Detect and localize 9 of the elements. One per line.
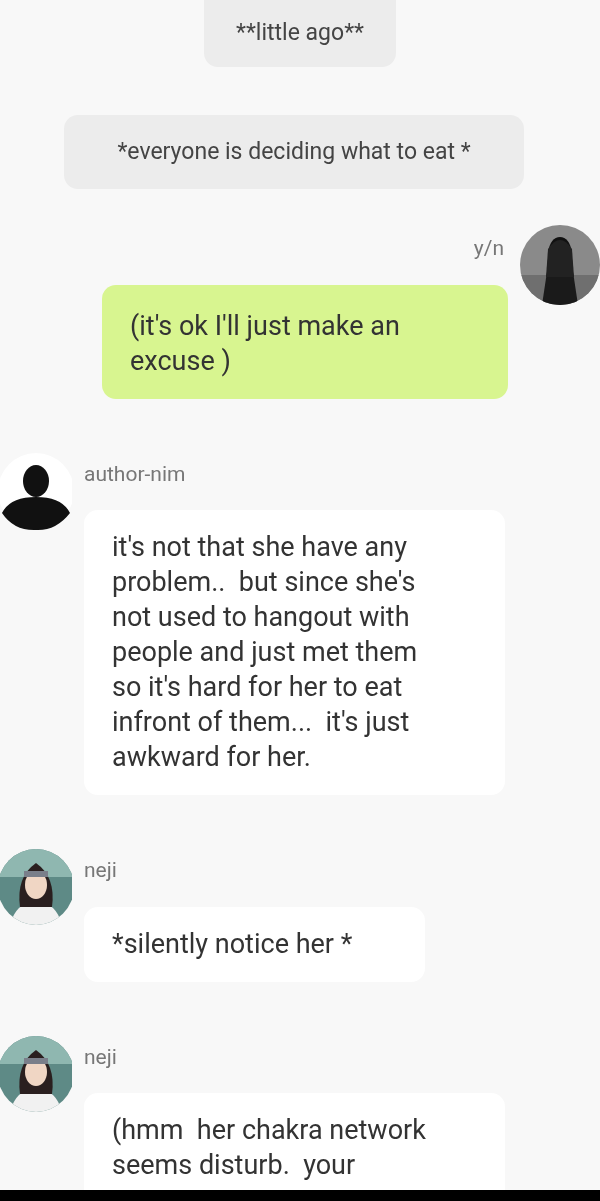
sender-name: y/n [473,235,504,262]
narration-banner: *everyone is deciding what to eat * [64,114,524,189]
sender-name: neji [84,1043,118,1071]
message-bubble: it's not that she have any problem.. but since she's not used to hangout with people and just met them so it's hard for her to eat infront of them... it's just awkward for her. [84,510,505,795]
sender-name: neji [84,857,118,884]
timestamp-label: **little ago** [204,0,396,67]
sender-name: author-nim [84,460,187,488]
message-bubble: *silently notice her * [84,906,426,982]
message-bubble: (it's ok I'll just make an excuse ) [102,284,508,399]
